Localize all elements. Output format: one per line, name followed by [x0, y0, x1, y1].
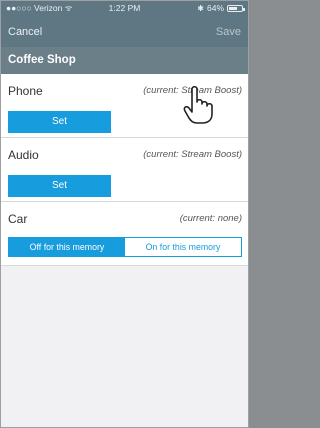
car-row: Car (current: none) Off for this memory … [1, 202, 248, 266]
hand-pointer-icon [183, 85, 213, 124]
save-button[interactable]: Save [216, 26, 241, 38]
status-bar: ●●○○○ Verizon ᯤ 1:22 PM ✱ 64% [1, 1, 248, 15]
top-bar: ●●○○○ Verizon ᯤ 1:22 PM ✱ 64% Cancel Sav… [1, 1, 248, 47]
section-title: Coffee Shop [1, 47, 248, 74]
audio-label: Audio [8, 148, 39, 162]
nav-bar: Cancel Save [1, 21, 248, 45]
battery-percent: 64% [206, 3, 224, 13]
toggle-off-option[interactable]: Off for this memory [9, 238, 125, 256]
toggle-on-option[interactable]: On for this memory [125, 238, 241, 256]
phone-label: Phone [8, 84, 43, 98]
car-current-value: (current: none) [179, 213, 242, 224]
cancel-button[interactable]: Cancel [8, 26, 42, 38]
car-label: Car [8, 212, 28, 226]
phone-set-button[interactable]: Set [8, 111, 111, 133]
car-memory-toggle[interactable]: Off for this memory On for this memory [8, 237, 242, 257]
phone-screen: ●●○○○ Verizon ᯤ 1:22 PM ✱ 64% Cancel Sav… [0, 0, 249, 428]
audio-set-button[interactable]: Set [8, 175, 111, 197]
audio-current-value: (current: Stream Boost) [143, 149, 242, 160]
bluetooth-icon: ✱ [197, 3, 204, 13]
battery-icon [227, 4, 245, 12]
audio-row: Audio (current: Stream Boost) Set [1, 138, 248, 202]
status-right: ✱ 64% [197, 3, 245, 13]
